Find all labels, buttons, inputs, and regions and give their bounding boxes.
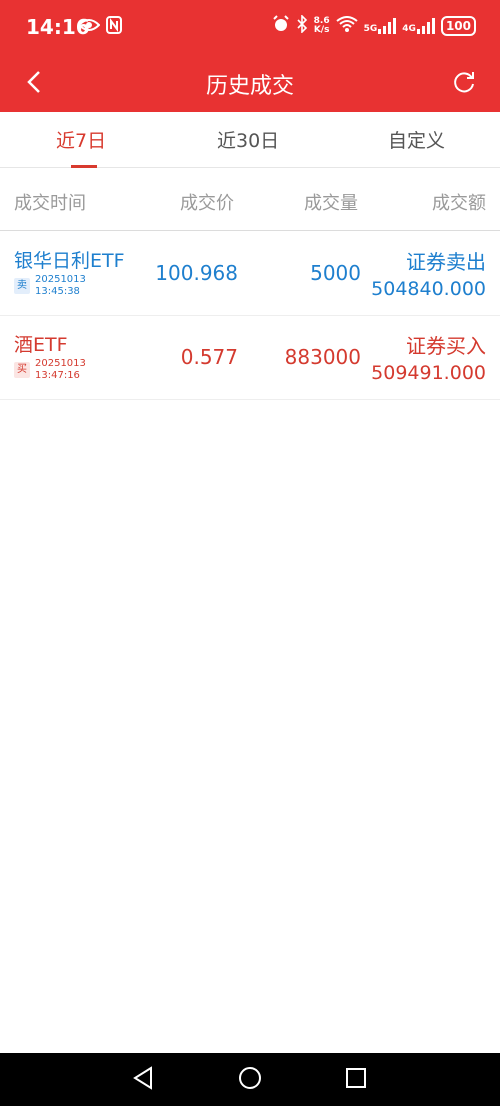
nav-recents-button[interactable] (341, 1065, 371, 1095)
trade-date: 20251013 (35, 274, 86, 285)
column-header-quantity: 成交量 (304, 193, 358, 214)
refresh-icon (451, 69, 477, 99)
tab-custom[interactable]: 自定义 (388, 126, 445, 153)
table-row[interactable]: 酒ETF 买 20251013 13:47:16 0.577 883000 证券… (0, 316, 500, 400)
signal-4g-icon: 4G (402, 17, 435, 34)
table-header: 成交时间 成交价 成交量 成交额 (0, 169, 500, 231)
column-header-amount: 成交额 (432, 193, 486, 214)
title-bar: 历史成交 (0, 56, 500, 112)
trade-time: 13:45:38 (35, 286, 80, 297)
trade-operation: 证券卖出 (406, 250, 486, 274)
trade-quantity: 5000 (310, 261, 361, 285)
column-header-time: 成交时间 (14, 193, 86, 214)
period-tabs: 近7日 近30日 自定义 (0, 112, 500, 168)
security-name: 银华日利ETF (14, 250, 125, 272)
status-bar: 14:16 8.6 K/s 5G 4G 100 (0, 0, 500, 56)
column-header-price: 成交价 (180, 193, 234, 214)
page-title: 历史成交 (205, 74, 294, 99)
signal-5g-icon: 5G (364, 17, 397, 34)
status-left-icons (77, 16, 122, 38)
trade-amount: 504840.000 (371, 278, 486, 300)
trade-price: 100.968 (155, 261, 238, 285)
square-recents-icon (345, 1067, 367, 1093)
circle-home-icon (237, 1065, 263, 1095)
nfc-icon (106, 16, 122, 38)
trade-time: 13:47:16 (35, 370, 80, 381)
side-badge: 买 (14, 362, 30, 378)
active-tab-indicator (71, 165, 97, 168)
tab-30-days[interactable]: 近30日 (217, 126, 279, 153)
nav-home-button[interactable] (235, 1065, 265, 1095)
alarm-icon (272, 15, 290, 36)
wifi-icon (336, 16, 358, 35)
trade-datetime: 20251013 13:45:38 (35, 274, 86, 298)
table-row[interactable]: 银华日利ETF 卖 20251013 13:45:38 100.968 5000… (0, 232, 500, 316)
trade-price: 0.577 (180, 345, 238, 369)
trade-datetime: 20251013 13:47:16 (35, 358, 86, 382)
trade-quantity: 883000 (284, 345, 361, 369)
nav-back-button[interactable] (128, 1065, 158, 1095)
tab-7-days[interactable]: 近7日 (56, 126, 106, 153)
trade-amount: 509491.000 (371, 362, 486, 384)
eye-icon (77, 17, 101, 37)
security-name: 酒ETF (14, 334, 68, 356)
trade-date: 20251013 (35, 358, 86, 369)
bluetooth-icon (296, 14, 308, 36)
side-badge: 卖 (14, 278, 30, 294)
refresh-button[interactable] (446, 66, 482, 102)
trade-operation: 证券买入 (406, 334, 486, 358)
system-navigation-bar (0, 1053, 500, 1106)
battery-indicator: 100 (440, 15, 476, 36)
status-right-icons: 8.6 K/s 5G 4G 100 (272, 14, 476, 36)
triangle-back-icon (132, 1066, 154, 1094)
network-speed: 8.6 K/s (313, 15, 330, 35)
